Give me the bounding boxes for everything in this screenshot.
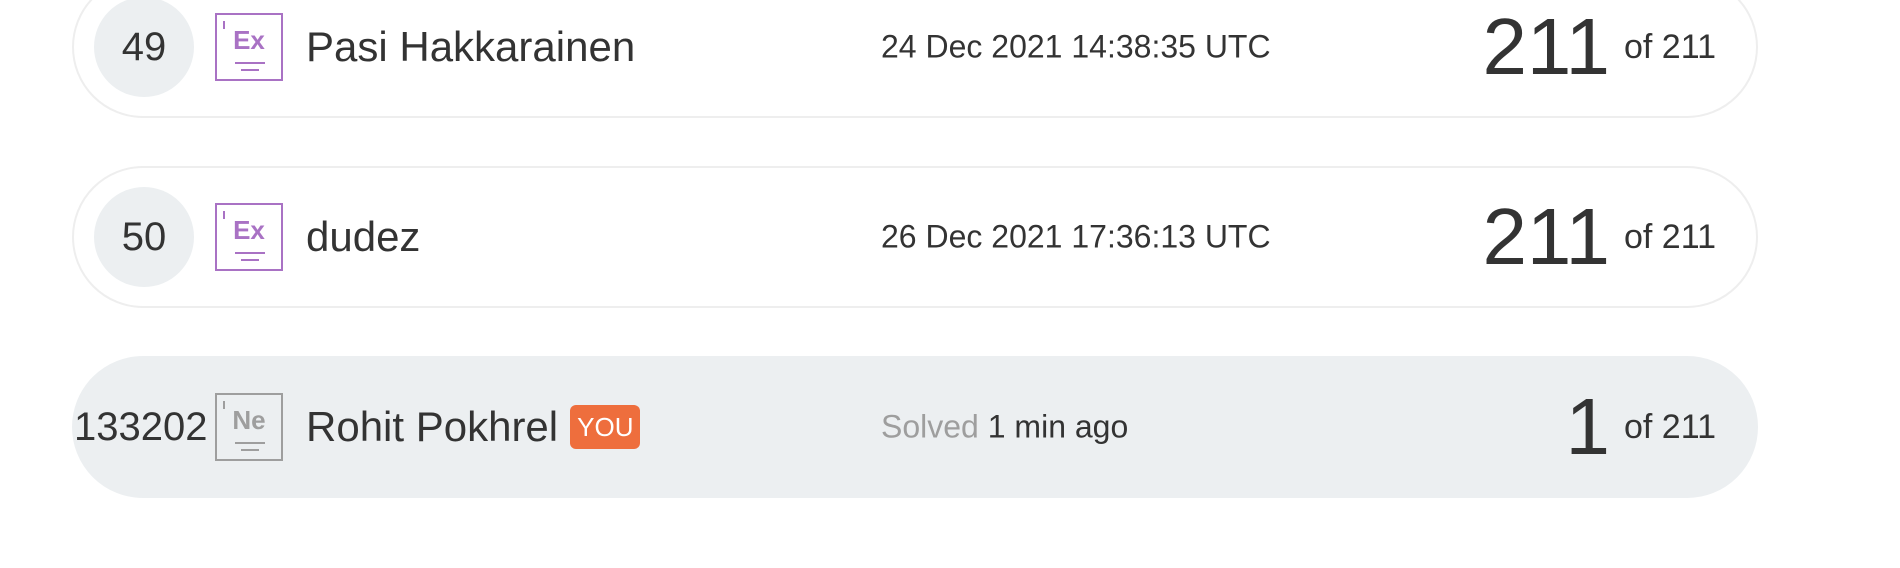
user-name[interactable]: Pasi Hakkarainen [306, 23, 635, 71]
rank-badge: 49 [94, 0, 194, 97]
rank-badge: 50 [94, 187, 194, 287]
element-tile-icon: Ex [215, 13, 283, 81]
user-name-link[interactable]: Pasi Hakkarainen [306, 23, 635, 71]
rank-badge: 133202 [74, 404, 208, 449]
element-tile-icon: Ex [215, 203, 283, 271]
leaderboard-list: 49 Ex Pasi Hakkarainen 24 Dec 2021 14:38… [0, 0, 1900, 568]
solve-time: 24 Dec 2021 14:38:35 UTC [881, 28, 1271, 65]
total-count: of 211 [1623, 27, 1716, 66]
total-count: of 211 [1623, 217, 1716, 256]
score: 211 of 211 [1482, 197, 1716, 277]
you-badge: YOU [570, 405, 641, 449]
solve-time: 26 Dec 2021 17:36:13 UTC [881, 218, 1271, 255]
level-symbol: Ex [233, 25, 265, 55]
score: 1 of 211 [1565, 387, 1716, 467]
user-name-link[interactable]: Rohit Pokhrel YOU [306, 403, 641, 451]
leaderboard-row: 50 Ex dudez 26 Dec 2021 17:36:13 UTC 211… [72, 166, 1758, 308]
total-count: of 211 [1623, 407, 1716, 446]
leaderboard-row-current-user: 133202 Ne Rohit Pokhrel YOU Solved 1 min… [72, 356, 1758, 498]
level-symbol: Ne [232, 405, 266, 435]
level-symbol: Ex [233, 215, 265, 245]
leaderboard-row: 49 Ex Pasi Hakkarainen 24 Dec 2021 14:38… [72, 0, 1758, 118]
user-name[interactable]: Rohit Pokhrel [306, 403, 558, 451]
solved-count: 211 [1482, 2, 1610, 91]
solve-time: Solved 1 min ago [881, 409, 1128, 446]
user-name-link[interactable]: dudez [306, 213, 420, 261]
solved-label: Solved [881, 408, 979, 445]
solved-ago: 1 min ago [987, 408, 1129, 445]
solved-count: 211 [1482, 192, 1610, 281]
user-name[interactable]: dudez [306, 213, 420, 261]
score: 211 of 211 [1482, 7, 1716, 87]
solved-count: 1 [1565, 382, 1610, 471]
element-tile-icon: Ne [215, 393, 283, 461]
